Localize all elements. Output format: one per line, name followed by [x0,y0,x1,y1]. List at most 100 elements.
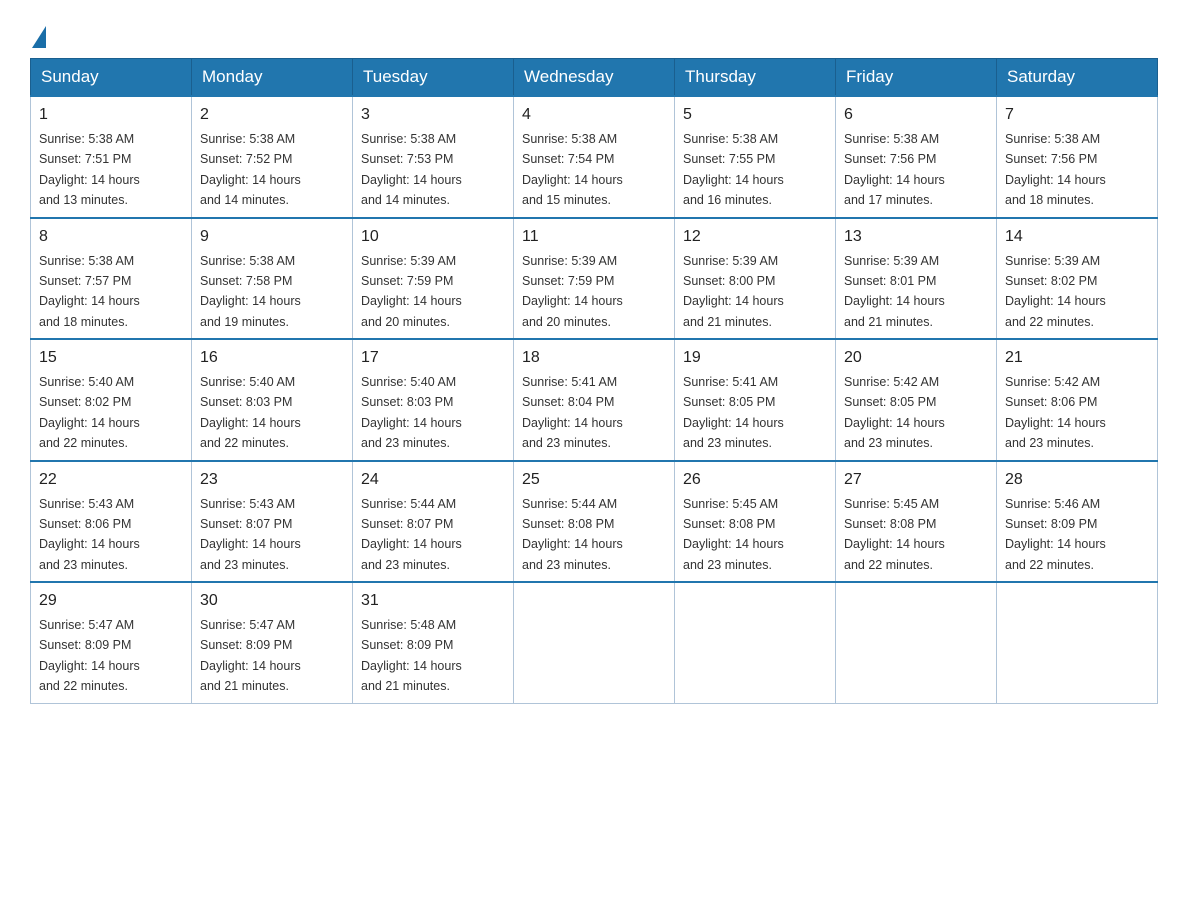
calendar-cell [997,582,1158,703]
day-info: Sunrise: 5:40 AMSunset: 8:03 PMDaylight:… [361,375,462,450]
day-number: 24 [361,468,505,492]
page-header [30,20,1158,48]
day-number: 14 [1005,225,1149,249]
day-number: 10 [361,225,505,249]
calendar-cell: 29 Sunrise: 5:47 AMSunset: 8:09 PMDaylig… [31,582,192,703]
day-number: 16 [200,346,344,370]
calendar-cell: 3 Sunrise: 5:38 AMSunset: 7:53 PMDayligh… [353,96,514,218]
day-number: 8 [39,225,183,249]
week-row-3: 15 Sunrise: 5:40 AMSunset: 8:02 PMDaylig… [31,339,1158,461]
day-info: Sunrise: 5:38 AMSunset: 7:58 PMDaylight:… [200,254,301,329]
day-info: Sunrise: 5:42 AMSunset: 8:06 PMDaylight:… [1005,375,1106,450]
logo-area [30,20,48,48]
day-info: Sunrise: 5:44 AMSunset: 8:07 PMDaylight:… [361,497,462,572]
day-number: 13 [844,225,988,249]
weekday-header-wednesday: Wednesday [514,59,675,97]
day-info: Sunrise: 5:41 AMSunset: 8:04 PMDaylight:… [522,375,623,450]
day-info: Sunrise: 5:40 AMSunset: 8:03 PMDaylight:… [200,375,301,450]
day-info: Sunrise: 5:38 AMSunset: 7:51 PMDaylight:… [39,132,140,207]
day-number: 9 [200,225,344,249]
calendar-cell: 14 Sunrise: 5:39 AMSunset: 8:02 PMDaylig… [997,218,1158,340]
day-number: 30 [200,589,344,613]
day-number: 7 [1005,103,1149,127]
weekday-header-monday: Monday [192,59,353,97]
calendar-cell: 9 Sunrise: 5:38 AMSunset: 7:58 PMDayligh… [192,218,353,340]
calendar-cell: 10 Sunrise: 5:39 AMSunset: 7:59 PMDaylig… [353,218,514,340]
weekday-header-tuesday: Tuesday [353,59,514,97]
calendar-cell: 11 Sunrise: 5:39 AMSunset: 7:59 PMDaylig… [514,218,675,340]
calendar-cell: 13 Sunrise: 5:39 AMSunset: 8:01 PMDaylig… [836,218,997,340]
day-number: 25 [522,468,666,492]
calendar-cell: 27 Sunrise: 5:45 AMSunset: 8:08 PMDaylig… [836,461,997,583]
day-info: Sunrise: 5:39 AMSunset: 8:01 PMDaylight:… [844,254,945,329]
calendar-cell: 18 Sunrise: 5:41 AMSunset: 8:04 PMDaylig… [514,339,675,461]
calendar-cell: 16 Sunrise: 5:40 AMSunset: 8:03 PMDaylig… [192,339,353,461]
day-info: Sunrise: 5:47 AMSunset: 8:09 PMDaylight:… [200,618,301,693]
day-number: 2 [200,103,344,127]
calendar-cell: 17 Sunrise: 5:40 AMSunset: 8:03 PMDaylig… [353,339,514,461]
calendar-cell: 5 Sunrise: 5:38 AMSunset: 7:55 PMDayligh… [675,96,836,218]
day-number: 4 [522,103,666,127]
calendar-cell: 19 Sunrise: 5:41 AMSunset: 8:05 PMDaylig… [675,339,836,461]
calendar-cell: 20 Sunrise: 5:42 AMSunset: 8:05 PMDaylig… [836,339,997,461]
day-info: Sunrise: 5:38 AMSunset: 7:55 PMDaylight:… [683,132,784,207]
day-info: Sunrise: 5:45 AMSunset: 8:08 PMDaylight:… [844,497,945,572]
week-row-4: 22 Sunrise: 5:43 AMSunset: 8:06 PMDaylig… [31,461,1158,583]
day-info: Sunrise: 5:41 AMSunset: 8:05 PMDaylight:… [683,375,784,450]
day-info: Sunrise: 5:39 AMSunset: 8:00 PMDaylight:… [683,254,784,329]
day-number: 28 [1005,468,1149,492]
calendar-cell: 2 Sunrise: 5:38 AMSunset: 7:52 PMDayligh… [192,96,353,218]
day-info: Sunrise: 5:38 AMSunset: 7:56 PMDaylight:… [1005,132,1106,207]
day-number: 17 [361,346,505,370]
day-info: Sunrise: 5:44 AMSunset: 8:08 PMDaylight:… [522,497,623,572]
calendar-cell: 8 Sunrise: 5:38 AMSunset: 7:57 PMDayligh… [31,218,192,340]
weekday-header-saturday: Saturday [997,59,1158,97]
day-number: 5 [683,103,827,127]
day-number: 11 [522,225,666,249]
day-number: 15 [39,346,183,370]
calendar-cell: 21 Sunrise: 5:42 AMSunset: 8:06 PMDaylig… [997,339,1158,461]
day-info: Sunrise: 5:43 AMSunset: 8:07 PMDaylight:… [200,497,301,572]
calendar-cell: 23 Sunrise: 5:43 AMSunset: 8:07 PMDaylig… [192,461,353,583]
day-info: Sunrise: 5:38 AMSunset: 7:52 PMDaylight:… [200,132,301,207]
day-number: 1 [39,103,183,127]
calendar-cell [836,582,997,703]
calendar-cell: 28 Sunrise: 5:46 AMSunset: 8:09 PMDaylig… [997,461,1158,583]
day-number: 6 [844,103,988,127]
logo [30,26,48,48]
day-info: Sunrise: 5:43 AMSunset: 8:06 PMDaylight:… [39,497,140,572]
day-info: Sunrise: 5:46 AMSunset: 8:09 PMDaylight:… [1005,497,1106,572]
day-number: 18 [522,346,666,370]
day-number: 12 [683,225,827,249]
calendar-table: SundayMondayTuesdayWednesdayThursdayFrid… [30,58,1158,704]
day-number: 20 [844,346,988,370]
weekday-header-friday: Friday [836,59,997,97]
calendar-cell: 15 Sunrise: 5:40 AMSunset: 8:02 PMDaylig… [31,339,192,461]
day-number: 26 [683,468,827,492]
calendar-cell [514,582,675,703]
week-row-5: 29 Sunrise: 5:47 AMSunset: 8:09 PMDaylig… [31,582,1158,703]
calendar-cell: 22 Sunrise: 5:43 AMSunset: 8:06 PMDaylig… [31,461,192,583]
calendar-cell: 7 Sunrise: 5:38 AMSunset: 7:56 PMDayligh… [997,96,1158,218]
day-number: 31 [361,589,505,613]
day-info: Sunrise: 5:38 AMSunset: 7:57 PMDaylight:… [39,254,140,329]
calendar-cell: 12 Sunrise: 5:39 AMSunset: 8:00 PMDaylig… [675,218,836,340]
calendar-cell: 25 Sunrise: 5:44 AMSunset: 8:08 PMDaylig… [514,461,675,583]
week-row-2: 8 Sunrise: 5:38 AMSunset: 7:57 PMDayligh… [31,218,1158,340]
day-info: Sunrise: 5:42 AMSunset: 8:05 PMDaylight:… [844,375,945,450]
day-number: 29 [39,589,183,613]
day-number: 22 [39,468,183,492]
day-info: Sunrise: 5:38 AMSunset: 7:54 PMDaylight:… [522,132,623,207]
day-info: Sunrise: 5:40 AMSunset: 8:02 PMDaylight:… [39,375,140,450]
calendar-cell: 31 Sunrise: 5:48 AMSunset: 8:09 PMDaylig… [353,582,514,703]
logo-triangle-icon [32,26,46,48]
calendar-cell [675,582,836,703]
day-info: Sunrise: 5:45 AMSunset: 8:08 PMDaylight:… [683,497,784,572]
week-row-1: 1 Sunrise: 5:38 AMSunset: 7:51 PMDayligh… [31,96,1158,218]
day-number: 27 [844,468,988,492]
weekday-header-sunday: Sunday [31,59,192,97]
weekday-header-thursday: Thursday [675,59,836,97]
day-info: Sunrise: 5:39 AMSunset: 7:59 PMDaylight:… [522,254,623,329]
day-info: Sunrise: 5:39 AMSunset: 7:59 PMDaylight:… [361,254,462,329]
calendar-cell: 6 Sunrise: 5:38 AMSunset: 7:56 PMDayligh… [836,96,997,218]
